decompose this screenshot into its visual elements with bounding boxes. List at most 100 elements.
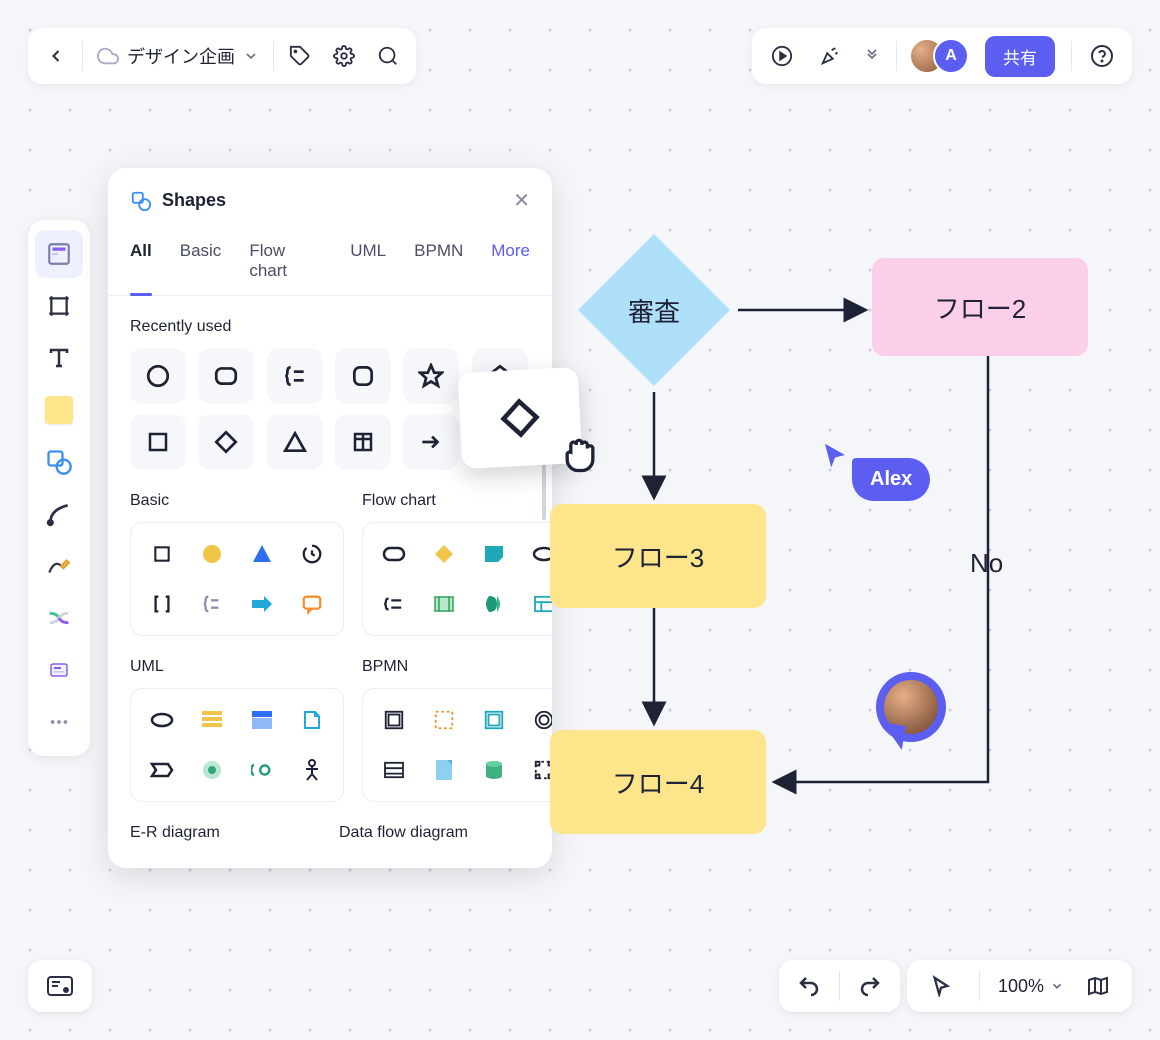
more-actions-button[interactable] xyxy=(856,34,888,78)
zoom-dropdown[interactable]: 100% xyxy=(998,976,1064,997)
shape-triangle[interactable] xyxy=(267,414,323,470)
celebrate-button[interactable] xyxy=(808,34,852,78)
pointer-mode-button[interactable] xyxy=(921,966,961,1006)
flow-lens[interactable] xyxy=(473,583,515,625)
section-uml-title: UML xyxy=(130,658,344,676)
zoom-bar: 100% xyxy=(907,960,1132,1012)
bpmn-datastore[interactable] xyxy=(473,749,515,791)
flow-data[interactable] xyxy=(423,583,465,625)
section-recent-title: Recently used xyxy=(130,318,530,336)
tool-mindmap[interactable] xyxy=(35,594,83,642)
separator xyxy=(82,41,83,71)
basic-speech[interactable] xyxy=(291,583,333,625)
shape-square[interactable] xyxy=(130,414,186,470)
tag-button[interactable] xyxy=(278,34,322,78)
bpmn-task[interactable] xyxy=(373,699,415,741)
uml-note[interactable] xyxy=(191,699,233,741)
shape-table[interactable] xyxy=(335,414,391,470)
basic-arrow-fill[interactable] xyxy=(241,583,283,625)
basic-triangle-fill[interactable] xyxy=(241,533,283,575)
uml-tag[interactable] xyxy=(141,749,183,791)
settings-button[interactable] xyxy=(322,34,366,78)
shape-circle[interactable] xyxy=(130,348,186,404)
bpmn-group[interactable] xyxy=(523,749,552,791)
basic-brace[interactable] xyxy=(191,583,233,625)
user-avatar-initial[interactable]: A xyxy=(933,38,969,74)
uml-usecase[interactable] xyxy=(141,699,183,741)
section-bpmn-title: BPMN xyxy=(362,658,552,676)
present-button[interactable] xyxy=(760,34,804,78)
bpmn-event-dashed[interactable] xyxy=(423,699,465,741)
separator xyxy=(839,971,840,1001)
help-button[interactable] xyxy=(1080,34,1124,78)
minimap-toggle[interactable] xyxy=(28,960,92,1012)
flowchart-node-flow2[interactable]: フロー2 xyxy=(872,258,1088,356)
shape-arrow[interactable] xyxy=(403,414,459,470)
redo-button[interactable] xyxy=(850,966,890,1006)
uml-file[interactable] xyxy=(291,699,333,741)
undo-button[interactable] xyxy=(789,966,829,1006)
tool-card[interactable] xyxy=(35,646,83,694)
shape-rounded-square[interactable] xyxy=(335,348,391,404)
shapes-tabs: All Basic Flow chart UML BPMN More xyxy=(108,231,552,296)
bpmn-doc[interactable] xyxy=(423,749,465,791)
bpmn-pool[interactable] xyxy=(373,749,415,791)
grab-cursor-icon xyxy=(558,432,602,486)
tool-frame[interactable] xyxy=(35,282,83,330)
basic-progress[interactable] xyxy=(291,533,333,575)
tab-more[interactable]: More xyxy=(491,231,530,295)
flowchart-node-flow3[interactable]: フロー3 xyxy=(550,504,766,608)
cursor-icon xyxy=(820,440,850,470)
basic-circle-fill[interactable] xyxy=(191,533,233,575)
shapes-scrollbar[interactable] xyxy=(542,458,546,520)
flow-flag[interactable] xyxy=(473,533,515,575)
sticky-icon xyxy=(45,396,73,424)
collaborator-avatar-pin[interactable] xyxy=(876,672,946,742)
separator xyxy=(1071,41,1072,71)
share-button[interactable]: 共有 xyxy=(985,36,1055,77)
uml-actor[interactable] xyxy=(291,749,333,791)
shape-rounded-rect[interactable] xyxy=(198,348,254,404)
separator xyxy=(273,41,274,71)
tab-all[interactable]: All xyxy=(130,231,152,295)
flow-terminator[interactable] xyxy=(373,533,415,575)
node-flow4-label: フロー4 xyxy=(612,764,704,801)
bpmn-transaction[interactable] xyxy=(473,699,515,741)
uml-provided[interactable] xyxy=(241,749,283,791)
avatar-photo xyxy=(884,680,938,734)
shapes-panel-close[interactable]: ✕ xyxy=(513,188,530,213)
flowchart-node-flow4[interactable]: フロー4 xyxy=(550,730,766,834)
basic-square[interactable] xyxy=(141,533,183,575)
tab-bpmn[interactable]: BPMN xyxy=(414,231,463,295)
zoom-level-text: 100% xyxy=(998,976,1044,997)
back-button[interactable] xyxy=(34,34,78,78)
flowchart-node-decision[interactable]: 審査 xyxy=(570,226,738,394)
tab-uml[interactable]: UML xyxy=(350,231,386,295)
map-view-button[interactable] xyxy=(1078,966,1118,1006)
flow-layout[interactable] xyxy=(523,583,552,625)
shapes-icon xyxy=(130,190,152,212)
topbar-right: A 共有 xyxy=(752,28,1132,84)
tab-flowchart[interactable]: Flow chart xyxy=(249,231,322,295)
flow-decision[interactable] xyxy=(423,533,465,575)
section-basic-title: Basic xyxy=(130,492,344,510)
tool-pen[interactable] xyxy=(35,542,83,590)
tool-shapes[interactable] xyxy=(35,438,83,486)
tool-template[interactable] xyxy=(35,230,83,278)
flow-ellipse[interactable] xyxy=(523,533,552,575)
tool-text[interactable] xyxy=(35,334,83,382)
tool-more[interactable] xyxy=(35,698,83,746)
basic-brackets[interactable] xyxy=(141,583,183,625)
uml-header[interactable] xyxy=(241,699,283,741)
bpmn-end[interactable] xyxy=(523,699,552,741)
search-button[interactable] xyxy=(366,34,410,78)
document-title-dropdown[interactable]: デザイン企画 xyxy=(87,43,269,69)
uml-target[interactable] xyxy=(191,749,233,791)
tool-connector[interactable] xyxy=(35,490,83,538)
tool-sticky-note[interactable] xyxy=(35,386,83,434)
shape-diamond[interactable] xyxy=(198,414,254,470)
tab-basic[interactable]: Basic xyxy=(180,231,222,295)
shape-brace[interactable] xyxy=(267,348,323,404)
flow-list[interactable] xyxy=(373,583,415,625)
shape-star[interactable] xyxy=(403,348,459,404)
